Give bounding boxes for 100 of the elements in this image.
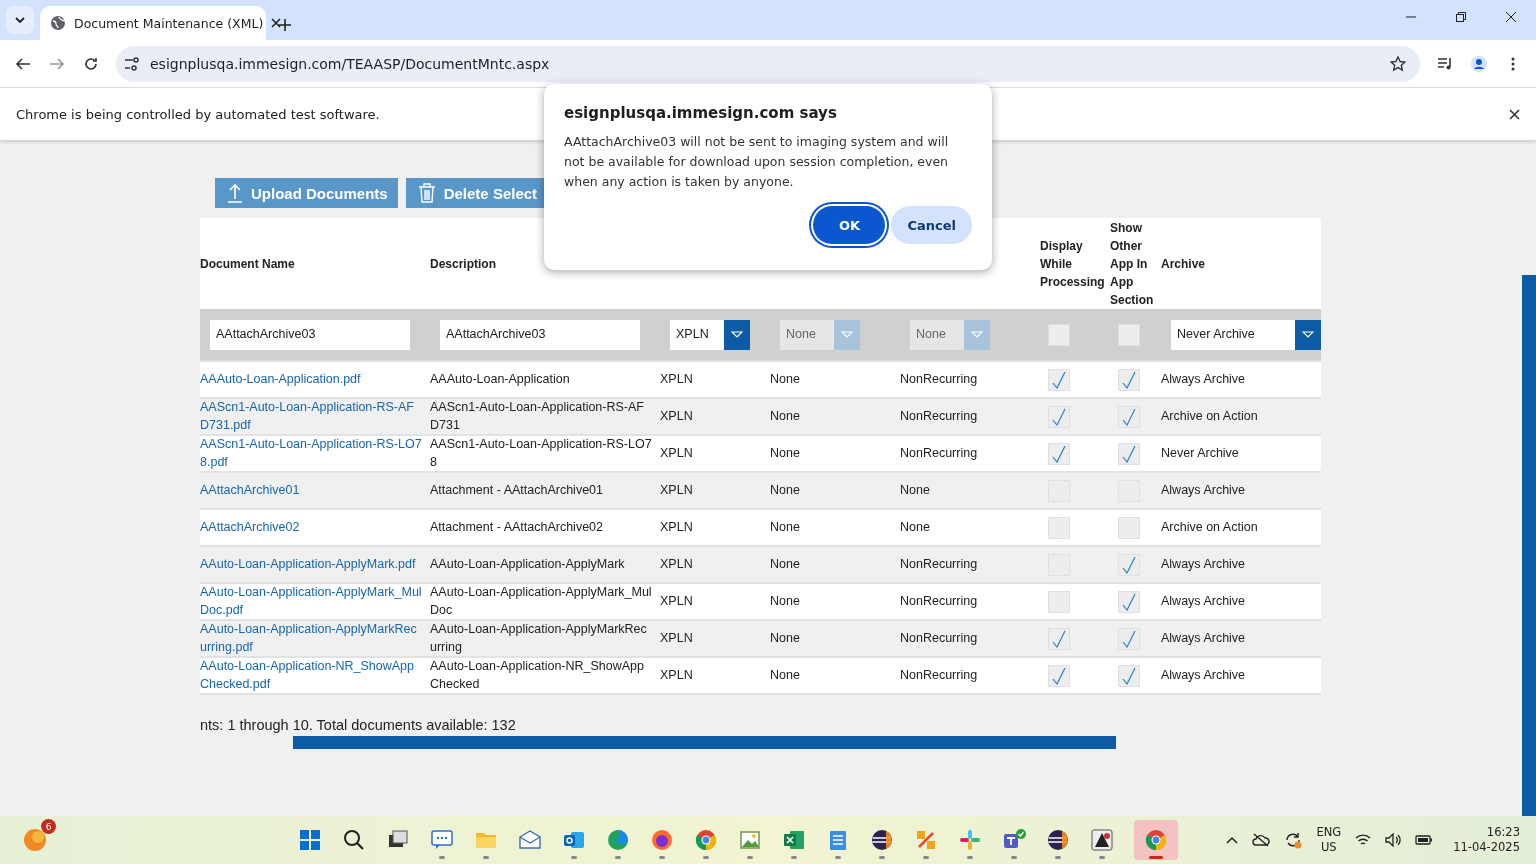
side-scroll-bar[interactable]: [1522, 275, 1536, 816]
checkbox[interactable]: [1118, 590, 1140, 613]
document-link[interactable]: AAScn1-Auto-Loan-Application-RS-AFD731.pdf: [200, 399, 422, 434]
checkbox[interactable]: [1048, 323, 1070, 346]
forward-arrow-icon[interactable]: [49, 55, 65, 72]
checkbox[interactable]: [1048, 405, 1070, 428]
table-cell: None: [770, 371, 800, 386]
running-indicator: [1149, 856, 1163, 859]
table-cell: Always Archive: [1161, 556, 1246, 571]
close-icon[interactable]: [1506, 12, 1516, 22]
running-indicator: [967, 856, 973, 859]
slack-icon: [958, 828, 982, 852]
table-cell: NonRecurring: [900, 445, 978, 460]
dropdown[interactable]: XPLN: [670, 319, 750, 350]
table-cell: Always Archive: [1161, 630, 1246, 645]
running-indicator: [483, 856, 489, 859]
checkbox[interactable]: [1048, 590, 1070, 613]
running-indicator: [571, 856, 577, 859]
restore-icon[interactable]: [1456, 12, 1466, 22]
checkbox[interactable]: [1048, 627, 1070, 650]
checkbox[interactable]: [1118, 627, 1140, 650]
table-cell: None: [770, 667, 800, 682]
pagination-summary: nts: 1 through 10. Total documents available: 132: [200, 717, 517, 733]
vector-editor-icon: [1090, 828, 1114, 852]
chrome-icon: [694, 828, 718, 852]
table-cell: None: [900, 519, 930, 534]
checkbox[interactable]: [1048, 516, 1070, 539]
table-cell: None: [770, 482, 800, 497]
checkbox[interactable]: [1118, 368, 1140, 391]
running-indicator: [659, 856, 665, 859]
table-cell-text: Attachment - AAttachArchive02: [430, 518, 604, 536]
site-settings-icon[interactable]: [124, 56, 140, 71]
clock-time[interactable]: 16:23: [1486, 825, 1520, 840]
wifi-icon[interactable]: [1355, 833, 1372, 847]
checkbox[interactable]: [1118, 553, 1140, 576]
input-region[interactable]: US: [1320, 840, 1337, 855]
reload-icon[interactable]: [83, 55, 99, 72]
checkbox[interactable]: [1118, 664, 1140, 687]
dialog-title: esignplusqa.immesign.com says: [564, 104, 838, 122]
table-cell: XPLN: [660, 519, 693, 534]
checkbox[interactable]: [1118, 323, 1140, 346]
checkbox[interactable]: [1118, 405, 1140, 428]
document-link[interactable]: AAuto-Loan-Application-ApplyMarkRecurring.pdf: [200, 621, 422, 656]
table-cell: None: [770, 593, 800, 608]
checkmark-icon: [1052, 444, 1066, 463]
profile-avatar-icon[interactable]: [1471, 55, 1487, 72]
table-cell-text: AAScn1-Auto-Loan-Application-RS-LO78: [430, 436, 653, 471]
media-controls-icon[interactable]: [1437, 55, 1453, 72]
running-indicator: [615, 856, 621, 859]
running-indicator: [1011, 856, 1017, 859]
table-cell: XPLN: [660, 593, 693, 608]
checkmark-icon: [1122, 629, 1136, 648]
sync-icon[interactable]: [1284, 831, 1303, 849]
close-icon[interactable]: [1509, 108, 1520, 120]
envelope-icon: [518, 828, 542, 852]
description-filter-field[interactable]: AAttachArchive03: [440, 319, 640, 350]
running-indicator: [703, 856, 709, 859]
column-header[interactable]: Show Other App In App Section: [1110, 218, 1161, 309]
close-icon[interactable]: [271, 18, 282, 28]
checkbox[interactable]: [1048, 664, 1070, 687]
table-cell: None: [770, 445, 800, 460]
tools-icon: [914, 828, 938, 852]
weather-icon[interactable]: [22, 827, 48, 853]
table-cell-text: AAAuto-Loan-Application: [430, 370, 571, 388]
eclipse-icon: [1046, 828, 1070, 852]
checkbox[interactable]: [1048, 442, 1070, 465]
checkbox[interactable]: [1118, 442, 1140, 465]
cloud-offline-icon[interactable]: [1252, 833, 1271, 847]
checkbox[interactable]: [1048, 368, 1070, 391]
checkbox[interactable]: [1118, 516, 1140, 539]
checkmark-icon: [1122, 666, 1136, 685]
dropdown[interactable]: Never Archive: [1171, 319, 1321, 350]
table-cell: None: [770, 519, 800, 534]
star-icon[interactable]: [1390, 55, 1406, 72]
table-cell: NonRecurring: [900, 593, 978, 608]
back-arrow-icon[interactable]: [15, 55, 31, 72]
table-cell-text: AAuto-Loan-Application-ApplyMarkRecurring: [430, 621, 648, 656]
document-link[interactable]: AAuto-Loan-Application-ApplyMark.pdf: [200, 555, 422, 574]
speaker-icon[interactable]: [1385, 833, 1402, 847]
battery-icon[interactable]: [1415, 834, 1434, 846]
chevron-up-icon[interactable]: [1226, 836, 1239, 844]
document-link[interactable]: AAttachArchive01: [200, 481, 422, 500]
tab-title: Document Maintenance (XML): [74, 15, 264, 31]
cancel-button[interactable]: Cancel: [891, 206, 972, 244]
excel-icon: [782, 828, 806, 852]
table-cell: NonRecurring: [900, 408, 978, 423]
running-indicator: [923, 856, 929, 859]
name-filter-field[interactable]: AAttachArchive03: [210, 319, 410, 350]
table-cell-text: AAScn1-Auto-Loan-Application-RS-AFD731: [430, 399, 645, 434]
table-cell: None: [770, 556, 800, 571]
chrome-icon: [1144, 828, 1168, 852]
new-tab-icon[interactable]: [278, 18, 292, 32]
input-language[interactable]: ENG: [1316, 825, 1342, 840]
table-cell: Always Archive: [1161, 593, 1246, 608]
edge-icon: [606, 828, 630, 852]
tab-search-button[interactable]: [6, 6, 34, 34]
chat-icon: [430, 828, 454, 852]
clock-date[interactable]: 11-04-2025: [1453, 840, 1520, 855]
caret-down-icon: [1302, 331, 1314, 338]
table-cell: XPLN: [660, 630, 693, 645]
